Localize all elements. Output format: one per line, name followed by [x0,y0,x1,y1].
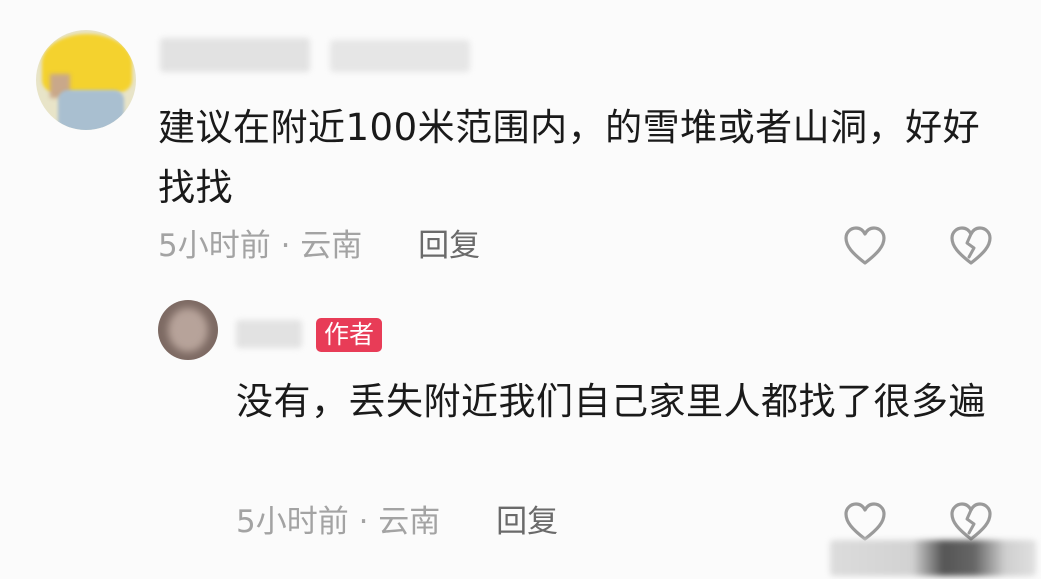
like-heart-icon[interactable] [842,224,888,268]
comment-time-location: 5小时前 · 云南 [158,228,363,264]
author-name-blurred[interactable] [236,320,302,348]
reply-meta: 5小时前 · 云南 回复 [236,502,558,542]
dislike-broken-heart-icon[interactable] [948,224,994,268]
reply-button[interactable]: 回复 [418,226,480,266]
comment-text: 建议在附近100米范围内，的雪堆或者山洞，好好找找 [158,106,981,209]
author-avatar[interactable] [158,300,218,360]
avatar-blur [168,308,208,352]
reply-button[interactable]: 回复 [496,502,558,542]
reply-text: 没有，丢失附近我们自己家里人都找了很多遍 [236,380,986,423]
avatar-blur [58,90,124,130]
reply-time-location: 5小时前 · 云南 [236,504,441,540]
commenter-avatar[interactable] [36,30,136,130]
blurred-watermark [830,540,1036,576]
dislike-broken-heart-icon[interactable] [948,500,994,544]
comment-meta: 5小时前 · 云南 回复 [158,226,480,266]
like-heart-icon[interactable] [842,500,888,544]
commenter-name-blurred[interactable] [330,40,470,72]
comment-thread: 建议在附近100米范围内，的雪堆或者山洞，好好找找 5小时前 · 云南 回复 作… [0,0,1041,579]
author-badge: 作者 [316,318,383,352]
commenter-name-blurred[interactable] [160,38,310,72]
